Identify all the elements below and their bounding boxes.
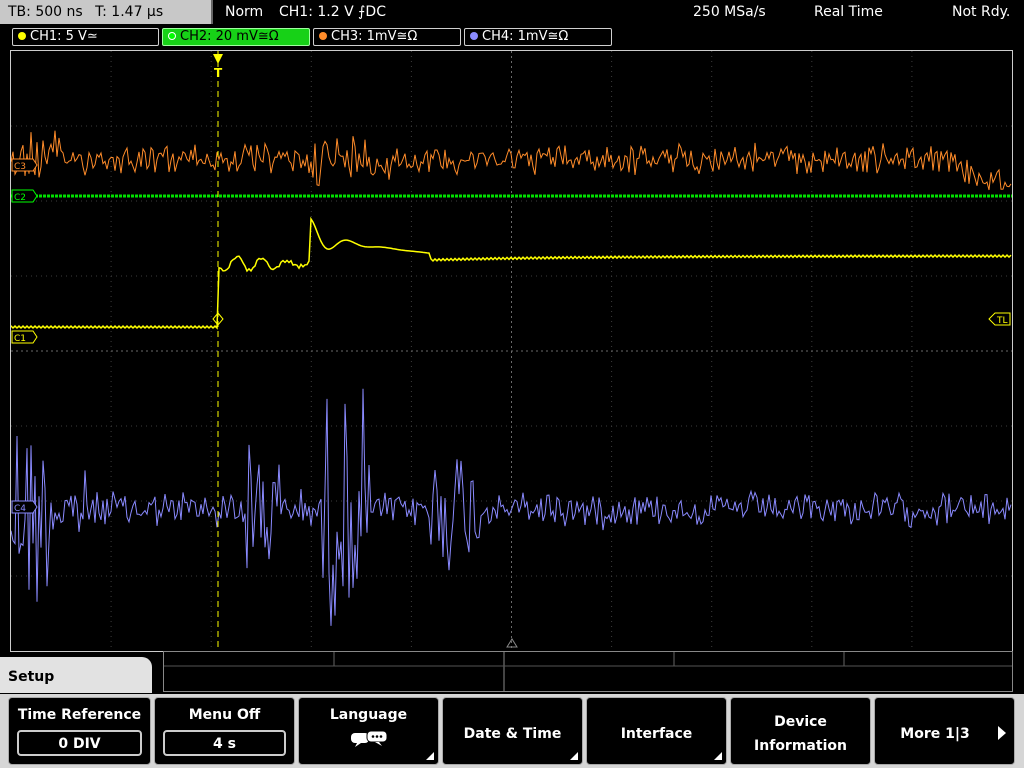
trigger-mode[interactable]: Norm [225,0,263,24]
c1-marker[interactable]: C1 [11,330,38,344]
waveform-display[interactable]: C3 C2 C1 C4 TL T [10,50,1013,652]
tl-marker-text: TL [996,316,1008,326]
date-time-softkey[interactable]: Date & Time [442,697,583,765]
language-softkey[interactable]: Language [298,697,439,765]
ch2-label: CH2: 20 mV≅Ω [180,29,279,44]
timebase-box[interactable]: TB: 500 ns T: 1.47 µs [0,0,213,24]
acquisition-mode: Real Time [814,4,883,20]
more-label: More 1|3 [900,726,970,742]
waveform-canvas: C3 C2 C1 C4 TL T [11,51,1012,651]
c2-marker[interactable]: C2 [11,189,38,203]
c2-marker-text: C2 [14,193,26,203]
interface-softkey[interactable]: Interface [586,697,727,765]
timebase-text: TB: 500 ns [8,4,83,20]
device-info-label-line2: Information [754,738,847,754]
submenu-indicator-icon [570,752,578,760]
setup-menu-tab: Setup [0,657,152,693]
ch3-color-dot [319,31,327,40]
menu-off-softkey[interactable]: Menu Off 4 s [154,697,295,765]
trigger-info[interactable]: CH1: 1.2 V ⨍DC [279,0,386,24]
c4-marker-text: C4 [14,504,26,514]
submenu-indicator-icon [426,752,434,760]
c1-marker-text: C1 [14,334,26,344]
menu-off-value[interactable]: 4 s [163,730,286,756]
lower-info-strip [163,651,1013,692]
ch3-label: CH3: 1mV≅Ω [331,29,418,44]
ch4-color-dot [470,31,478,40]
ch1-color-dot [18,31,26,40]
device-information-softkey[interactable]: Device Information [730,697,871,765]
menu-off-label: Menu Off [188,707,261,723]
interface-label: Interface [620,726,693,742]
top-status-bar: TB: 500 ns T: 1.47 µs Norm CH1: 1.2 V ⨍D… [0,0,1024,26]
softkey-bar: Time Reference 0 DIV Menu Off 4 s Langua… [0,694,1024,768]
speech-bubbles-icon [350,730,387,747]
ch1-label: CH1: 5 V≃ [30,29,98,44]
c3-marker[interactable]: C3 [11,158,38,172]
device-info-label-line1: Device [774,714,827,730]
ch4-label: CH4: 1mV≅Ω [482,29,569,44]
language-label: Language [329,707,408,723]
setup-tab-label: Setup [8,669,55,685]
date-time-label: Date & Time [463,726,562,742]
channel-tab-ch4[interactable]: CH4: 1mV≅Ω [464,28,612,46]
channel-tab-ch1[interactable]: CH1: 5 V≃ [12,28,159,46]
time-reference-label: Time Reference [17,707,142,723]
more-softkey[interactable]: More 1|3 [874,697,1015,765]
ch2-color-dot [168,31,176,40]
run-status: Not Rdy. [952,4,1011,20]
time-reference-softkey[interactable]: Time Reference 0 DIV [8,697,151,765]
sample-rate: 250 MSa/s [693,4,766,20]
submenu-indicator-icon [714,752,722,760]
trigger-level-marker[interactable]: TL [988,312,1011,326]
c3-marker-text: C3 [14,162,26,172]
graticule [11,51,1012,651]
arrow-right-icon [998,726,1006,740]
time-reference-value[interactable]: 0 DIV [17,730,142,756]
trigger-time-text: T: 1.47 µs [95,4,164,20]
trigger-marker-text: T [214,66,223,80]
acquisition-status: Norm CH1: 1.2 V ⨍DC 250 MSa/s Real Time … [215,0,1024,24]
c4-marker[interactable]: C4 [11,500,38,514]
channel-tab-ch2[interactable]: CH2: 20 mV≅Ω [162,28,310,46]
channel-tab-ch3[interactable]: CH3: 1mV≅Ω [313,28,461,46]
lower-strip-grid [164,652,1012,691]
